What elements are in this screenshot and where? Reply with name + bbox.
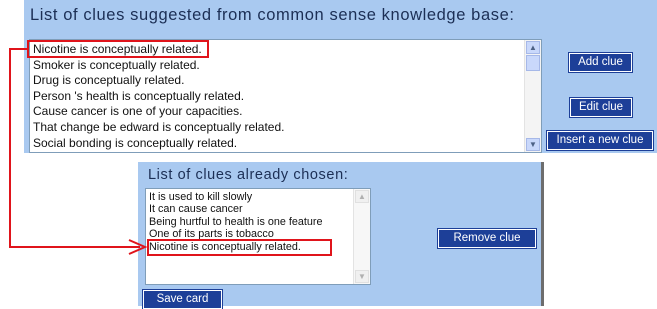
red-connector-arrow-icon [9,48,148,255]
